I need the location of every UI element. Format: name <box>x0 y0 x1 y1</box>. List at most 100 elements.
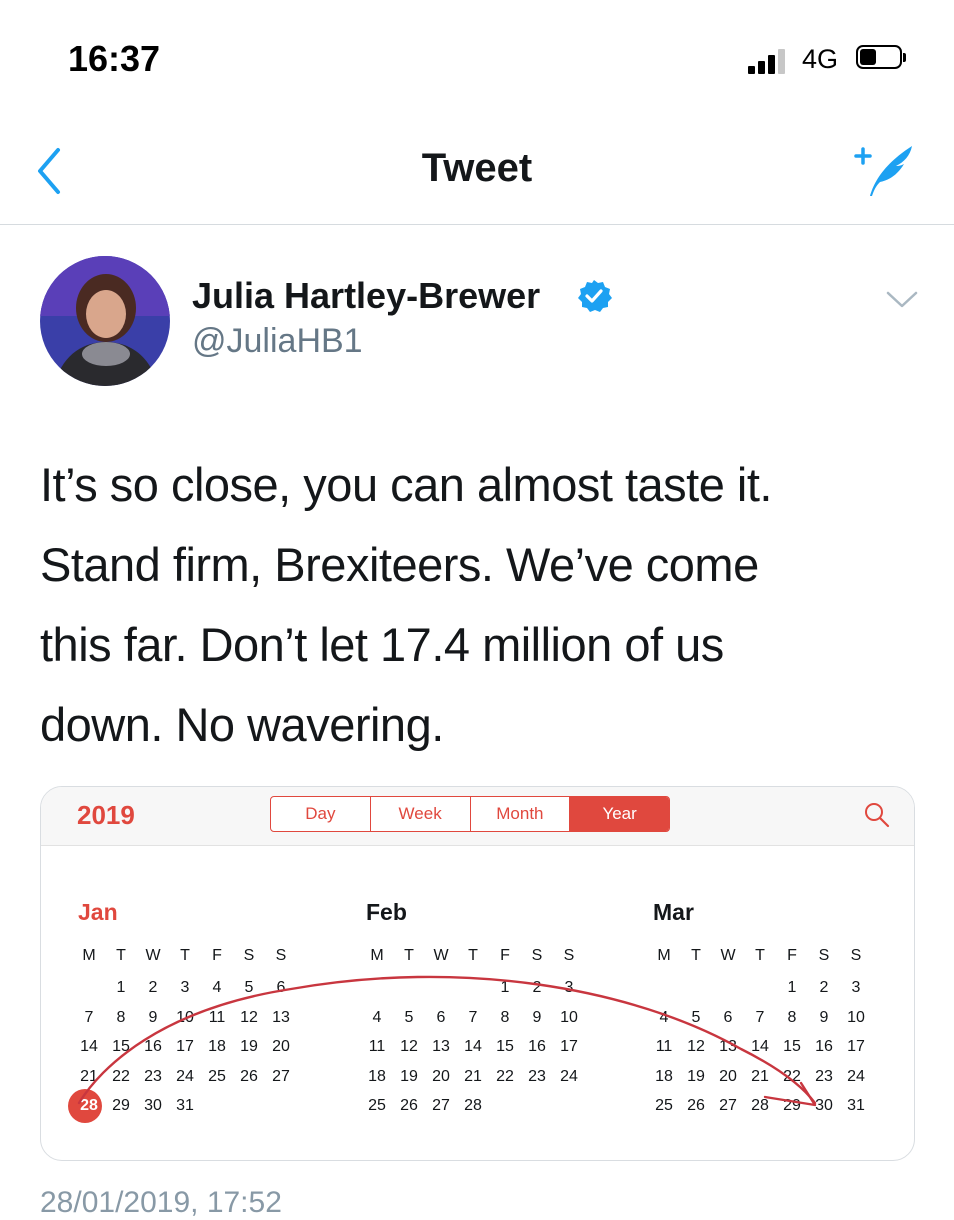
calendar-day[interactable]: 22 <box>105 1062 137 1091</box>
calendar-day[interactable]: 29 <box>776 1091 808 1120</box>
calendar-day[interactable]: 28 <box>457 1091 489 1120</box>
calendar-day[interactable]: 1 <box>776 973 808 1002</box>
calendar-day[interactable]: 18 <box>648 1062 680 1091</box>
calendar-day[interactable]: 20 <box>712 1062 744 1091</box>
calendar-day[interactable]: 10 <box>169 1003 201 1032</box>
calendar-day[interactable]: 25 <box>361 1091 393 1120</box>
calendar-day[interactable]: 5 <box>233 973 265 1002</box>
calendar-day[interactable]: 4 <box>648 1003 680 1032</box>
calendar-day[interactable]: 12 <box>393 1032 425 1061</box>
calendar-day[interactable]: 15 <box>489 1032 521 1061</box>
calendar-day[interactable]: 14 <box>73 1032 105 1061</box>
calendar-day[interactable]: 9 <box>521 1003 553 1032</box>
calendar-day[interactable]: 23 <box>808 1062 840 1091</box>
calendar-day[interactable]: 8 <box>489 1003 521 1032</box>
view-tab-week[interactable]: Week <box>371 797 471 831</box>
calendar-day[interactable]: 20 <box>265 1032 297 1061</box>
view-tab-year[interactable]: Year <box>570 797 669 831</box>
calendar-day[interactable]: 24 <box>169 1062 201 1091</box>
calendar-day[interactable]: 14 <box>744 1032 776 1061</box>
compose-tweet-button[interactable] <box>846 142 918 202</box>
calendar-day[interactable]: 29 <box>105 1091 137 1120</box>
calendar-day[interactable]: 8 <box>105 1003 137 1032</box>
calendar-day[interactable]: 24 <box>553 1062 585 1091</box>
calendar-day[interactable]: 28 <box>744 1091 776 1120</box>
calendar-day[interactable]: 26 <box>680 1091 712 1120</box>
calendar-day[interactable]: 27 <box>265 1062 297 1091</box>
calendar-day[interactable]: 17 <box>553 1032 585 1061</box>
calendar-day[interactable]: 8 <box>776 1003 808 1032</box>
calendar-day[interactable]: 5 <box>680 1003 712 1032</box>
calendar-day[interactable]: 7 <box>744 1003 776 1032</box>
calendar-day[interactable]: 15 <box>776 1032 808 1061</box>
calendar-day[interactable]: 15 <box>105 1032 137 1061</box>
calendar-day[interactable]: 13 <box>425 1032 457 1061</box>
calendar-day[interactable]: 7 <box>457 1003 489 1032</box>
calendar-day[interactable]: 1 <box>489 973 521 1002</box>
calendar-day[interactable]: 30 <box>808 1091 840 1120</box>
calendar-day[interactable]: 30 <box>137 1091 169 1120</box>
calendar-day[interactable]: 16 <box>808 1032 840 1061</box>
tweet-media-image[interactable]: 2019 Day Week Month Year Jan M T W T F S S 1 2 3 4 5… <box>40 786 915 1161</box>
calendar-day[interactable]: 24 <box>840 1062 872 1091</box>
calendar-day[interactable]: 10 <box>840 1003 872 1032</box>
calendar-day[interactable]: 18 <box>201 1032 233 1061</box>
calendar-day[interactable]: 2 <box>521 973 553 1002</box>
calendar-day[interactable]: 22 <box>489 1062 521 1091</box>
calendar-day[interactable]: 31 <box>169 1091 201 1120</box>
calendar-day[interactable]: 28 <box>73 1091 105 1120</box>
calendar-day[interactable]: 9 <box>808 1003 840 1032</box>
calendar-day[interactable]: 13 <box>265 1003 297 1032</box>
calendar-day[interactable]: 21 <box>457 1062 489 1091</box>
calendar-day[interactable]: 25 <box>201 1062 233 1091</box>
calendar-day[interactable]: 12 <box>233 1003 265 1032</box>
calendar-day[interactable]: 18 <box>361 1062 393 1091</box>
calendar-day[interactable]: 12 <box>680 1032 712 1061</box>
calendar-day[interactable]: 11 <box>361 1032 393 1061</box>
calendar-day[interactable]: 17 <box>840 1032 872 1061</box>
calendar-day[interactable]: 27 <box>712 1091 744 1120</box>
calendar-day[interactable]: 16 <box>521 1032 553 1061</box>
calendar-day[interactable]: 9 <box>137 1003 169 1032</box>
calendar-day[interactable]: 20 <box>425 1062 457 1091</box>
calendar-day[interactable]: 23 <box>137 1062 169 1091</box>
calendar-day[interactable]: 1 <box>105 973 137 1002</box>
calendar-day[interactable]: 6 <box>265 973 297 1002</box>
calendar-day[interactable]: 6 <box>712 1003 744 1032</box>
calendar-day[interactable]: 19 <box>393 1062 425 1091</box>
calendar-day[interactable]: 3 <box>169 973 201 1002</box>
tweet-options-button[interactable] <box>884 284 920 314</box>
calendar-day[interactable]: 16 <box>137 1032 169 1061</box>
view-tab-month[interactable]: Month <box>471 797 571 831</box>
calendar-day[interactable]: 21 <box>73 1062 105 1091</box>
calendar-day[interactable]: 27 <box>425 1091 457 1120</box>
calendar-day[interactable]: 11 <box>648 1032 680 1061</box>
calendar-day[interactable]: 19 <box>233 1032 265 1061</box>
calendar-day[interactable]: 14 <box>457 1032 489 1061</box>
calendar-day[interactable]: 6 <box>425 1003 457 1032</box>
search-icon[interactable] <box>863 801 891 829</box>
calendar-day[interactable]: 26 <box>233 1062 265 1091</box>
calendar-day[interactable]: 13 <box>712 1032 744 1061</box>
calendar-day[interactable]: 2 <box>137 973 169 1002</box>
calendar-day[interactable]: 3 <box>840 973 872 1002</box>
calendar-day[interactable]: 10 <box>553 1003 585 1032</box>
calendar-day[interactable]: 21 <box>744 1062 776 1091</box>
calendar-day[interactable]: 19 <box>680 1062 712 1091</box>
user-name[interactable]: Julia Hartley-Brewer <box>192 275 540 317</box>
user-handle[interactable]: @JuliaHB1 <box>192 322 363 361</box>
calendar-day[interactable]: 25 <box>648 1091 680 1120</box>
calendar-day[interactable]: 23 <box>521 1062 553 1091</box>
calendar-day[interactable]: 4 <box>361 1003 393 1032</box>
calendar-day[interactable]: 17 <box>169 1032 201 1061</box>
calendar-day[interactable]: 11 <box>201 1003 233 1032</box>
calendar-day[interactable]: 22 <box>776 1062 808 1091</box>
avatar[interactable] <box>40 256 170 386</box>
calendar-day[interactable]: 31 <box>840 1091 872 1120</box>
calendar-day[interactable]: 2 <box>808 973 840 1002</box>
calendar-day[interactable]: 5 <box>393 1003 425 1032</box>
view-tab-day[interactable]: Day <box>271 797 371 831</box>
calendar-day[interactable]: 3 <box>553 973 585 1002</box>
calendar-day[interactable]: 4 <box>201 973 233 1002</box>
calendar-day[interactable]: 7 <box>73 1003 105 1032</box>
